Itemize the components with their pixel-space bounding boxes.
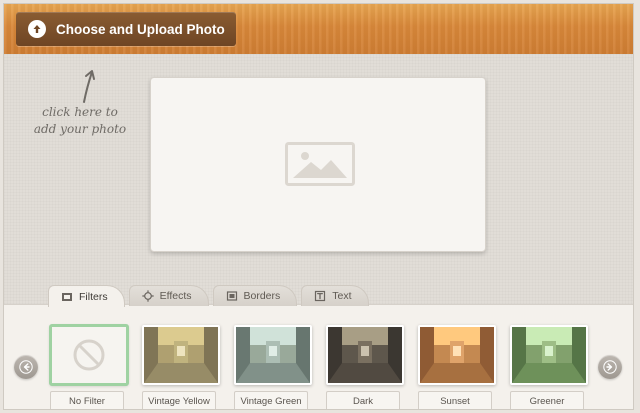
tab-borders[interactable]: Borders [212, 285, 298, 306]
filter-label: Sunset [418, 391, 492, 409]
top-toolbar: Choose and Upload Photo [4, 4, 633, 55]
filter-label: Vintage Green [234, 391, 308, 409]
arrow-left-icon [19, 360, 33, 374]
city-photo-thumbnail [512, 327, 586, 383]
filter-strip: No Filter Vintage Yellow Vintage Green D… [4, 317, 633, 409]
filter-vintage-yellow[interactable]: Vintage Yellow [142, 325, 220, 409]
filter-dark[interactable]: Dark [326, 325, 404, 409]
photo-editor-app: Choose and Upload Photo click here to ad… [0, 0, 640, 413]
filters-panel: Filters Effects Borders Text No Filter V… [4, 285, 633, 409]
filter-label: Dark [326, 391, 400, 409]
borders-icon [226, 291, 237, 301]
editor-tabs: Filters Effects Borders Text [48, 285, 373, 307]
effects-icon [141, 290, 154, 302]
previous-filters-button[interactable] [14, 355, 38, 379]
filter-label: Vintage Yellow [142, 391, 216, 409]
filter-greener[interactable]: Greener [510, 325, 588, 409]
no-filter-icon [52, 327, 126, 383]
tab-text-label: Text [332, 290, 352, 302]
filter-thumbnail [418, 325, 496, 385]
upload-arrow-icon [28, 20, 46, 38]
tab-filters[interactable]: Filters [48, 285, 125, 307]
filter-vintage-green[interactable]: Vintage Green [234, 325, 312, 409]
editor-frame: Choose and Upload Photo click here to ad… [3, 3, 634, 410]
text-icon [315, 290, 326, 302]
city-photo-thumbnail [420, 327, 494, 383]
hint-line-1: click here to [42, 105, 118, 119]
image-placeholder-icon [285, 142, 355, 186]
filter-sunset[interactable]: Sunset [418, 325, 496, 409]
filter-label: No Filter [50, 391, 124, 409]
tab-borders-label: Borders [243, 290, 281, 302]
filter-no-filter[interactable]: No Filter [50, 325, 128, 409]
next-filters-button[interactable] [598, 355, 622, 379]
tab-effects-label: Effects [159, 290, 192, 302]
filter-thumbnail [326, 325, 404, 385]
arrow-right-icon [603, 360, 617, 374]
canvas-area: click here to add your photo [4, 54, 633, 304]
upload-button-label: Choose and Upload Photo [56, 21, 225, 37]
photo-drop-area[interactable] [150, 77, 486, 252]
city-photo-thumbnail [236, 327, 310, 383]
city-photo-thumbnail [328, 327, 402, 383]
upload-hint-text: click here to add your photo [30, 104, 130, 138]
choose-upload-photo-button[interactable]: Choose and Upload Photo [16, 12, 236, 46]
hint-arrow-icon [83, 70, 95, 103]
tab-filters-label: Filters [79, 290, 108, 303]
filter-thumbnail [142, 325, 220, 385]
filters-icon [62, 292, 72, 301]
filter-thumbnail [234, 325, 312, 385]
filter-thumbnail [510, 325, 588, 385]
tab-text[interactable]: Text [301, 285, 369, 306]
tab-effects[interactable]: Effects [128, 285, 209, 306]
city-photo-thumbnail [144, 327, 218, 383]
filter-label: Greener [510, 391, 584, 409]
hint-line-2: add your photo [33, 122, 127, 136]
filter-thumbnail [50, 325, 128, 385]
